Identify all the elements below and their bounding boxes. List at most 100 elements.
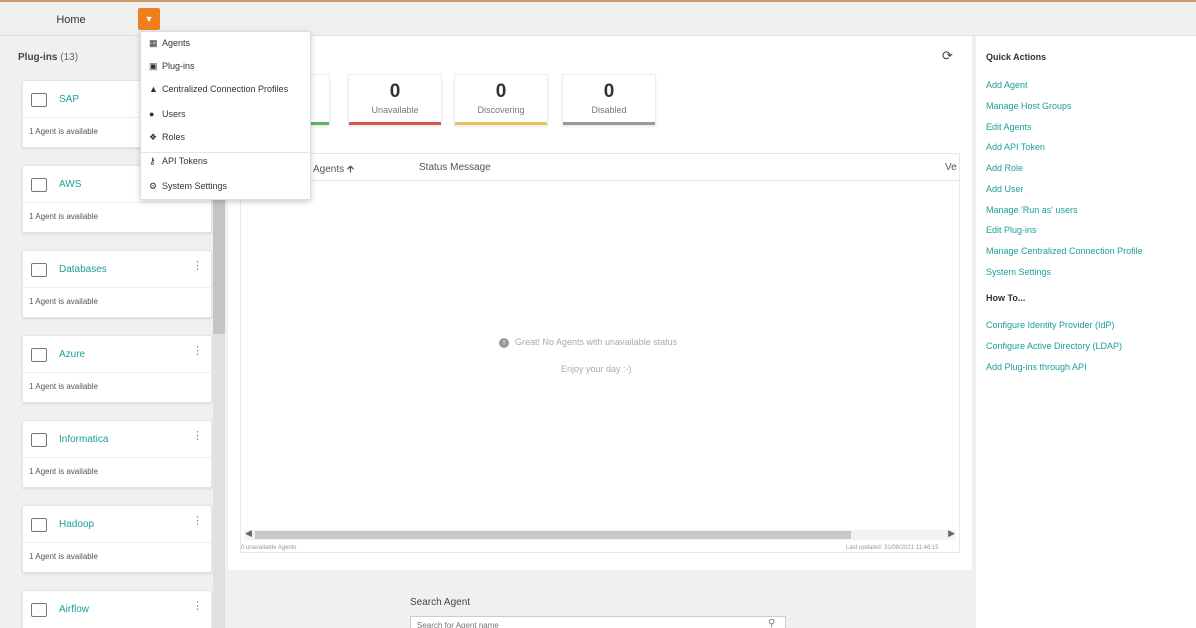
link-edit-plugins[interactable]: Edit Plug-ins <box>986 225 1037 235</box>
plugin-icon <box>31 178 47 192</box>
plugin-card-azure[interactable]: Azure ⋮ 1 Agent is available <box>22 335 212 403</box>
menu-button[interactable]: ▼ <box>138 8 160 30</box>
stat-card-unavailable[interactable]: 0 Unavailable <box>348 74 442 126</box>
link-add-agent[interactable]: Add Agent <box>986 80 1028 90</box>
stat-bar <box>455 122 547 125</box>
column-header-agents[interactable]: Agents 🡱 <box>313 162 354 179</box>
menu-divider <box>141 152 310 153</box>
key-icon: ⚷ <box>149 156 156 166</box>
scroll-right-icon[interactable]: ▶ <box>948 528 955 539</box>
plugin-icon <box>31 433 47 447</box>
stat-value: 0 <box>495 81 507 102</box>
stat-bar <box>349 122 441 125</box>
quick-actions-panel: Quick Actions Add Agent Manage Host Grou… <box>976 36 1196 628</box>
link-manage-ccp[interactable]: Manage Centralized Connection Profile <box>986 246 1143 256</box>
more-options-icon[interactable]: ⋮ <box>192 429 203 442</box>
column-header-status-message[interactable]: Status Message <box>419 162 491 173</box>
plugin-availability: 1 Agent is available <box>29 382 98 391</box>
tab-home[interactable]: Home <box>40 10 102 30</box>
link-manage-run-as-users[interactable]: Manage 'Run as' users <box>986 205 1078 215</box>
airflow-icon <box>31 603 47 617</box>
more-options-icon[interactable]: ⋮ <box>192 344 203 357</box>
plugin-name[interactable]: Hadoop <box>59 519 94 530</box>
menu-item-plugins[interactable]: ▣ Plug-ins <box>149 61 195 72</box>
main-panel: ⟳ 0 Unavailable 0 Discovering 0 Disabled… <box>228 36 972 570</box>
scroll-left-icon[interactable]: ◀ <box>245 528 252 539</box>
agents-icon: ▦ <box>149 38 158 48</box>
stat-bar <box>563 122 655 125</box>
table-footer-updated: Last updated: 31/08/2021 11:46:15 <box>846 545 939 551</box>
plugins-count: (13) <box>60 52 79 63</box>
plugin-icon <box>31 93 47 107</box>
plugin-name[interactable]: Databases <box>59 264 107 275</box>
search-agent-label: Search Agent <box>410 597 471 608</box>
scrollbar-thumb[interactable] <box>255 531 851 539</box>
plugin-name[interactable]: AWS <box>59 179 81 190</box>
plugin-card-airflow[interactable]: Airflow ⋮ <box>22 590 212 628</box>
empty-state-message: i Great! No Agents with unavailable statu… <box>499 337 677 348</box>
link-add-plugins-api[interactable]: Add Plug-ins through API <box>986 362 1087 372</box>
plugin-name[interactable]: SAP <box>59 94 79 105</box>
connection-profile-icon: ▲ <box>149 84 158 94</box>
link-add-role[interactable]: Add Role <box>986 163 1023 173</box>
roles-icon: ❖ <box>149 132 158 142</box>
plugins-icon: ▣ <box>149 61 158 71</box>
menu-item-users[interactable]: ● Users <box>149 109 186 119</box>
users-icon: ● <box>149 109 155 119</box>
menu-item-system-settings[interactable]: ⚙ System Settings <box>149 181 227 192</box>
menu-item-roles[interactable]: ❖ Roles <box>149 132 185 143</box>
info-icon: i <box>499 337 509 348</box>
plugin-name[interactable]: Informatica <box>59 434 108 445</box>
gear-icon: ⚙ <box>149 181 158 191</box>
column-header-version[interactable]: Ve <box>945 162 957 173</box>
plugin-availability: 1 Agent is available <box>29 467 98 476</box>
plugins-scrollbar-thumb[interactable] <box>213 186 225 334</box>
link-configure-idp[interactable]: Configure Identity Provider (IdP) <box>986 320 1115 330</box>
stat-card-disabled[interactable]: 0 Disabled <box>562 74 656 126</box>
table-header: Agents 🡱 Status Message Ve <box>241 154 959 181</box>
plugin-name[interactable]: Airflow <box>59 604 89 615</box>
link-add-api-token[interactable]: Add API Token <box>986 142 1045 152</box>
plugin-availability: 1 Agent is available <box>29 552 98 561</box>
search-agent-input[interactable] <box>410 616 786 628</box>
sort-up-icon: 🡱 <box>346 164 355 175</box>
plugins-title: Plug-ins (13) <box>18 52 79 63</box>
table-horizontal-scrollbar[interactable]: ◀ ▶ <box>245 528 955 540</box>
refresh-icon[interactable]: ⟳ <box>942 48 953 64</box>
plugin-availability: 1 Agent is available <box>29 297 98 306</box>
plugin-name[interactable]: Azure <box>59 349 85 360</box>
database-icon <box>31 263 47 277</box>
stat-value: 0 <box>603 81 615 102</box>
plugin-icon <box>31 518 47 532</box>
plugin-availability: 1 Agent is available <box>29 127 98 136</box>
stat-label: Discovering <box>477 105 525 115</box>
empty-state-subtext: Enjoy your day :-) <box>561 364 632 374</box>
stat-label: Unavailable <box>371 105 419 115</box>
admin-dropdown-menu: ▦ Agents ▣ Plug-ins ▲ Centralized Connectio… <box>140 31 311 200</box>
menu-item-centralized-connection-profiles[interactable]: ▲ Centralized Connection Profiles <box>149 84 288 94</box>
plugin-availability: 1 Agent is available <box>29 212 98 221</box>
menu-item-api-tokens[interactable]: ⚷ API Tokens <box>149 156 207 167</box>
how-to-title: How To... <box>986 293 1026 303</box>
table-footer-count: 0 unavailable Agents <box>241 545 297 551</box>
search-agent-section: Search Agent ⚲ <box>228 570 972 628</box>
stat-value: 0 <box>389 81 401 102</box>
link-system-settings[interactable]: System Settings <box>986 267 1051 277</box>
link-configure-ldap[interactable]: Configure Active Directory (LDAP) <box>986 341 1122 351</box>
more-options-icon[interactable]: ⋮ <box>192 599 203 612</box>
link-add-user[interactable]: Add User <box>986 184 1024 194</box>
more-options-icon[interactable]: ⋮ <box>192 514 203 527</box>
stat-card-discovering[interactable]: 0 Discovering <box>454 74 548 126</box>
link-edit-agents[interactable]: Edit Agents <box>986 122 1032 132</box>
agents-table: Agents 🡱 Status Message Ve i Great! No Ag… <box>240 153 960 553</box>
search-icon[interactable]: ⚲ <box>768 618 775 628</box>
menu-item-agents[interactable]: ▦ Agents <box>149 38 190 49</box>
quick-actions-title: Quick Actions <box>986 52 1047 62</box>
chevron-down-icon: ▼ <box>144 14 154 24</box>
stat-label: Disabled <box>591 105 627 115</box>
plugin-card-databases[interactable]: Databases ⋮ 1 Agent is available <box>22 250 212 318</box>
more-options-icon[interactable]: ⋮ <box>192 259 203 272</box>
link-manage-host-groups[interactable]: Manage Host Groups <box>986 101 1072 111</box>
plugin-card-informatica[interactable]: Informatica ⋮ 1 Agent is available <box>22 420 212 488</box>
plugin-card-hadoop[interactable]: Hadoop ⋮ 1 Agent is available <box>22 505 212 573</box>
